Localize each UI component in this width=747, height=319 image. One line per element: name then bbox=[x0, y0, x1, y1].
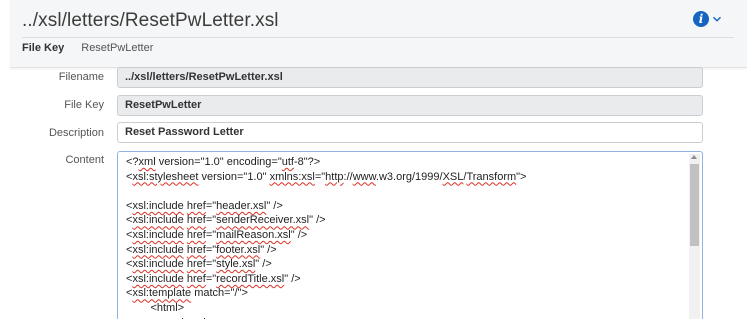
code-token: version="1.0" bbox=[198, 170, 270, 183]
content-scrollbar[interactable] bbox=[689, 154, 700, 319]
misspelled-token: xsl:include bbox=[132, 199, 184, 212]
file-key-field[interactable]: ResetPwLetter bbox=[117, 95, 703, 116]
file-key-summary-value: ResetPwLetter bbox=[81, 42, 154, 54]
code-line: <xsl:template match="/"> bbox=[126, 286, 527, 301]
misspelled-token: mailReason.xsl bbox=[216, 228, 291, 241]
misspelled-token: href bbox=[186, 199, 206, 212]
code-token: " /> bbox=[260, 243, 277, 256]
code-token: =" bbox=[205, 272, 217, 285]
scroll-thumb[interactable] bbox=[690, 164, 699, 246]
misspelled-token: www bbox=[352, 170, 376, 183]
content-label: Content bbox=[65, 154, 104, 166]
code-token: " /> bbox=[255, 258, 272, 271]
misspelled-token: style.xsl bbox=[216, 258, 256, 271]
code-token: <? bbox=[126, 156, 139, 168]
code-token: =" bbox=[314, 170, 326, 183]
code-line: <xsl:include href="header.xsl" /> bbox=[126, 199, 527, 214]
code-token: "> bbox=[516, 170, 527, 183]
misspelled-token: http bbox=[325, 170, 344, 183]
code-token: -8"?> bbox=[293, 156, 321, 168]
filename-label: Filename bbox=[58, 71, 104, 83]
code-line: <html> bbox=[126, 301, 527, 316]
filename-field[interactable]: ../xsl/letters/ResetPwLetter.xsl bbox=[117, 67, 703, 88]
content-code[interactable]: <?xml version="1.0" encoding="utf-8"?> <x… bbox=[126, 155, 527, 319]
file-key-label: File Key bbox=[64, 99, 104, 111]
code-token: =" bbox=[205, 258, 217, 271]
code-token: .w3.org/1999/ bbox=[375, 170, 443, 183]
code-line: <xsl:include href="style.xsl" /> bbox=[126, 257, 527, 272]
misspelled-token: xsl:include bbox=[132, 272, 184, 285]
code-token: version="1.0" encoding=" bbox=[155, 156, 282, 168]
misspelled-token: href bbox=[186, 258, 206, 271]
code-token: match="/"> bbox=[191, 287, 248, 300]
misspelled-token: XSL bbox=[442, 170, 464, 183]
description-label: Description bbox=[48, 127, 104, 139]
file-key-summary: File Key ResetPwLetter bbox=[22, 42, 153, 54]
code-token: " /> bbox=[309, 214, 326, 227]
misspelled-token: href bbox=[186, 228, 206, 241]
misspelled-token: xsl:include bbox=[132, 214, 184, 227]
code-line: <xsl:include href="footer.xsl" /> bbox=[126, 243, 527, 258]
chevron-down-icon bbox=[712, 16, 722, 22]
code-line: <head> bbox=[126, 316, 527, 319]
code-token: :// bbox=[343, 170, 353, 183]
misspelled-token: xsl:template bbox=[132, 287, 192, 300]
misspelled-token: href bbox=[186, 243, 206, 256]
code-token: <html> bbox=[126, 301, 185, 314]
code-token: =" bbox=[205, 199, 217, 212]
misspelled-token: href bbox=[186, 214, 206, 227]
misspelled-token: xsl:include bbox=[132, 243, 184, 256]
misspelled-token: footer.xsl bbox=[216, 243, 261, 256]
header-divider bbox=[22, 37, 734, 38]
page-title: ../xsl/letters/ResetPwLetter.xsl bbox=[22, 10, 279, 31]
code-line: <?xml version="1.0" encoding="utf-8"?> bbox=[126, 155, 527, 170]
description-field[interactable]: Reset Password Letter bbox=[117, 122, 703, 143]
misspelled-token: Transform bbox=[466, 170, 517, 183]
file-header: ../xsl/letters/ResetPwLetter.xsl i File … bbox=[10, 0, 747, 68]
misspelled-token: href bbox=[186, 272, 206, 285]
code-token: " /> bbox=[284, 272, 301, 285]
scroll-up-arrow-icon[interactable] bbox=[691, 155, 697, 159]
code-line: <xsl:include href="recordTitle.xsl" /> bbox=[126, 272, 527, 287]
file-editor-page: ../xsl/letters/ResetPwLetter.xsl i File … bbox=[0, 0, 747, 319]
misspelled-token: xsl:stylesheet bbox=[132, 170, 199, 183]
code-line: <xsl:stylesheet version="1.0" xmlns:xsl=… bbox=[126, 170, 527, 185]
code-token: " /> bbox=[266, 199, 283, 212]
misspelled-token: header.xsl bbox=[216, 199, 267, 212]
file-key-summary-label: File Key bbox=[22, 42, 65, 54]
code-line: <xsl:include href="senderReceiver.xsl" /… bbox=[126, 213, 527, 228]
misspelled-token: xml bbox=[138, 156, 156, 168]
misspelled-token: senderReceiver.xsl bbox=[216, 214, 310, 227]
info-dropdown-button[interactable]: i bbox=[693, 9, 729, 29]
content-editor[interactable]: <?xml version="1.0" encoding="utf-8"?> <x… bbox=[117, 151, 703, 319]
misspelled-token: recordTitle.xsl bbox=[216, 272, 285, 285]
code-line: <xsl:include href="mailReason.xsl" /> bbox=[126, 228, 527, 243]
code-token: =" bbox=[205, 214, 217, 227]
info-icon: i bbox=[693, 11, 709, 27]
misspelled-token: utf bbox=[281, 156, 294, 168]
code-token: =" bbox=[205, 228, 217, 241]
misspelled-token: xsl:include bbox=[132, 228, 184, 241]
misspelled-token: xsl:include bbox=[132, 258, 184, 271]
code-token: " /> bbox=[290, 228, 308, 241]
code-token: =" bbox=[205, 243, 217, 256]
misspelled-token: xmlns:xsl bbox=[269, 170, 315, 183]
